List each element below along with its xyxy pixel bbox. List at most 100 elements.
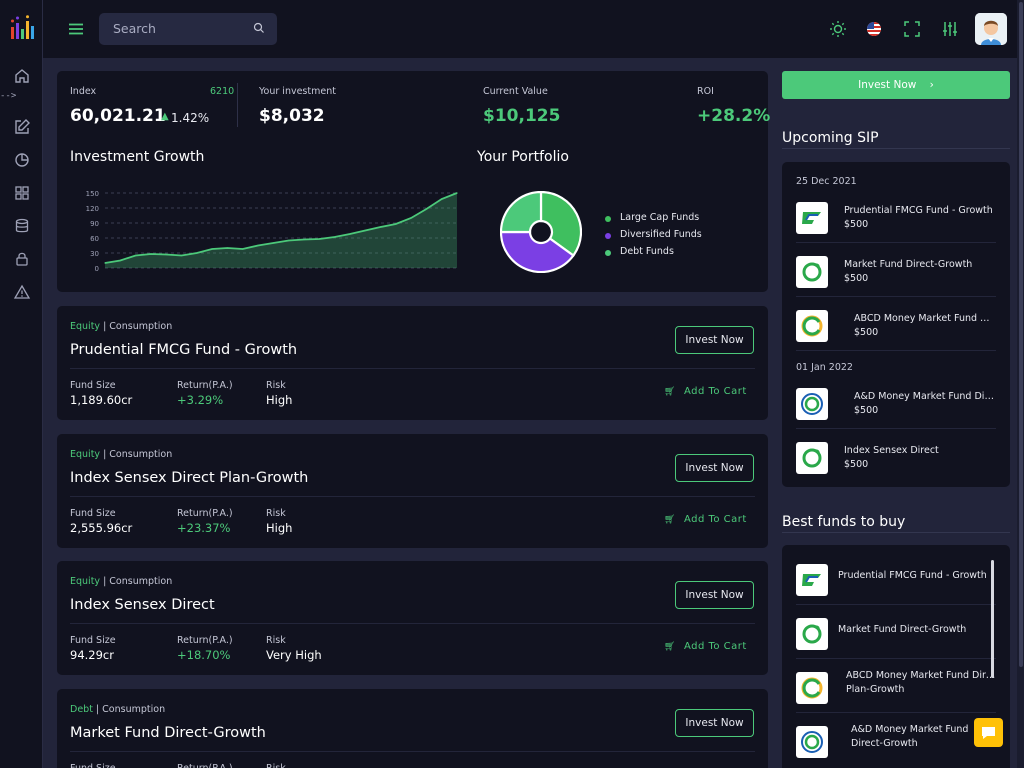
best-fund-name: Prudential FMCG Fund - Growth <box>838 570 987 581</box>
divider <box>70 623 755 624</box>
search-input[interactable]: Search <box>99 13 277 45</box>
add-to-cart-button[interactable]: 🛒︎ Add To Cart <box>664 386 747 397</box>
fund-logo <box>796 388 828 420</box>
best-fund-item[interactable]: ABCD Money Market Fund Direct Plan-Growth <box>796 668 996 704</box>
search-icon[interactable] <box>253 22 265 34</box>
edit-icon[interactable] <box>13 118 31 136</box>
current-value-label: Current Value <box>483 86 548 97</box>
roi-value: +28.2% <box>697 106 771 126</box>
fund-name[interactable]: Prudential FMCG Fund - Growth <box>70 342 297 358</box>
fund-card: Equity | Consumption Prudential FMCG Fund… <box>57 306 768 420</box>
divider <box>796 658 996 659</box>
invest-now-button[interactable]: Invest Now › <box>782 71 1010 99</box>
fund-category-separator: | <box>100 576 110 587</box>
y-tick-label: 30 <box>90 250 99 258</box>
sun-icon[interactable] <box>829 20 847 38</box>
fund-logo-icon <box>802 262 822 282</box>
divider <box>796 242 996 243</box>
cart-icon: 🛒︎ <box>664 642 676 652</box>
data-point <box>180 254 183 257</box>
data-point <box>272 242 274 244</box>
divider <box>237 83 238 127</box>
fund-type: Debt <box>70 703 93 715</box>
fund-card: Equity | Consumption Index Sensex Direct … <box>57 433 768 548</box>
page-scrollbar-thumb[interactable] <box>1019 2 1023 667</box>
pie-slice[interactable] <box>500 191 543 234</box>
sip-amount: $500 <box>854 327 879 338</box>
invest-now-button[interactable]: Invest Now <box>675 581 754 609</box>
add-to-cart-button[interactable]: 🛒︎ Add To Cart <box>664 514 747 525</box>
data-point <box>119 259 121 262</box>
fund-name[interactable]: Market Fund Direct-Growth <box>70 725 266 741</box>
invest-now-button[interactable]: Invest Now <box>675 326 754 354</box>
data-point <box>441 198 443 200</box>
fund-category: Equity | Consumption <box>70 449 172 460</box>
stat-value-fund-size: 1,189.60cr <box>70 393 133 407</box>
data-point <box>104 262 106 264</box>
divider <box>796 296 996 297</box>
stat-label: Return(P.A.) <box>177 635 233 646</box>
portfolio-legend: Large Cap Funds Diversified Funds Debt Fun… <box>605 212 755 263</box>
sip-fund-name: Index Sensex Direct <box>844 445 939 456</box>
legend-item: Large Cap Funds <box>605 212 755 229</box>
invest-now-button[interactable]: Invest Now <box>675 453 754 482</box>
add-to-cart-button[interactable]: 🛒︎ Add To Cart <box>664 641 747 652</box>
data-point <box>456 192 458 194</box>
pie-chart-icon[interactable] <box>13 151 31 169</box>
alert-icon[interactable] <box>13 283 31 301</box>
chat-button[interactable] <box>974 718 1003 747</box>
best-fund-item[interactable]: Market Fund Direct-Growth <box>796 614 996 650</box>
portfolio-title: Your Portfolio <box>477 149 569 165</box>
best-funds-scrollbar[interactable] <box>991 560 994 678</box>
grid-icon[interactable] <box>13 184 31 202</box>
best-fund-name: ABCD Money Market Fund Direct <box>846 670 996 681</box>
topbar: Search <box>43 0 1024 58</box>
best-fund-name: Market Fund Direct-Growth <box>838 624 967 635</box>
fund-category: Debt | Consumption <box>70 704 165 715</box>
data-point <box>379 226 382 228</box>
sip-item[interactable]: Index Sensex Direct $500 <box>796 438 996 478</box>
logo-icon <box>11 15 34 39</box>
sip-item[interactable]: Market Fund Direct-Growth $500 <box>796 252 996 292</box>
data-point <box>226 247 229 249</box>
index-change: 1.42% <box>171 111 210 125</box>
sidebar-arrow[interactable]: --> <box>0 91 16 101</box>
stat-value-return: +18.70% <box>177 648 231 662</box>
fund-logo <box>796 672 828 704</box>
investment-growth-chart: 0 30 60 90 120 150 <box>86 190 458 273</box>
lock-icon[interactable] <box>13 250 31 268</box>
sip-item[interactable]: A&D Money Market Fund Direct-Growth $500 <box>796 384 996 424</box>
menu-icon[interactable] <box>67 20 85 38</box>
legend-dot-icon <box>605 233 611 239</box>
data-point <box>364 229 366 232</box>
data-point <box>303 238 305 241</box>
divider <box>70 368 755 369</box>
fund-name[interactable]: Index Sensex Direct <box>70 597 215 613</box>
stat-value-risk: Very High <box>266 648 322 662</box>
fund-logo-icon <box>802 212 821 224</box>
divider <box>782 532 1010 533</box>
invest-now-button[interactable]: Invest Now <box>675 708 754 737</box>
sip-fund-name: Prudential FMCG Fund - Growth <box>844 205 993 216</box>
fund-name[interactable]: Index Sensex Direct Plan-Growth <box>70 470 308 486</box>
fullscreen-icon[interactable] <box>903 20 921 38</box>
fund-type: Equity <box>70 321 101 332</box>
stat-label: Risk <box>266 635 286 646</box>
fund-category: Equity | Consumption <box>70 576 172 587</box>
home-icon[interactable] <box>13 67 31 85</box>
add-to-cart-label: Add To Cart <box>683 513 747 525</box>
avatar[interactable] <box>975 13 1007 45</box>
index-count: 6210 <box>210 86 235 97</box>
database-icon[interactable] <box>13 217 31 235</box>
best-fund-item[interactable]: Prudential FMCG Fund - Growth <box>796 560 996 596</box>
sip-item[interactable]: Prudential FMCG Fund - Growth $500 <box>796 198 996 238</box>
data-point <box>333 236 336 238</box>
sip-item[interactable]: ABCD Money Market Fund Direct Plan-Growt… <box>796 306 996 346</box>
divider <box>796 350 996 351</box>
fund-card: Debt | Consumption Market Fund Direct-Gro… <box>57 688 768 768</box>
best-fund-item[interactable]: A&D Money Market Fund Direct-Growth <box>796 722 996 758</box>
sliders-icon[interactable] <box>941 20 959 38</box>
data-point <box>349 233 351 235</box>
us-flag-icon[interactable] <box>865 20 883 38</box>
data-point <box>410 217 412 219</box>
